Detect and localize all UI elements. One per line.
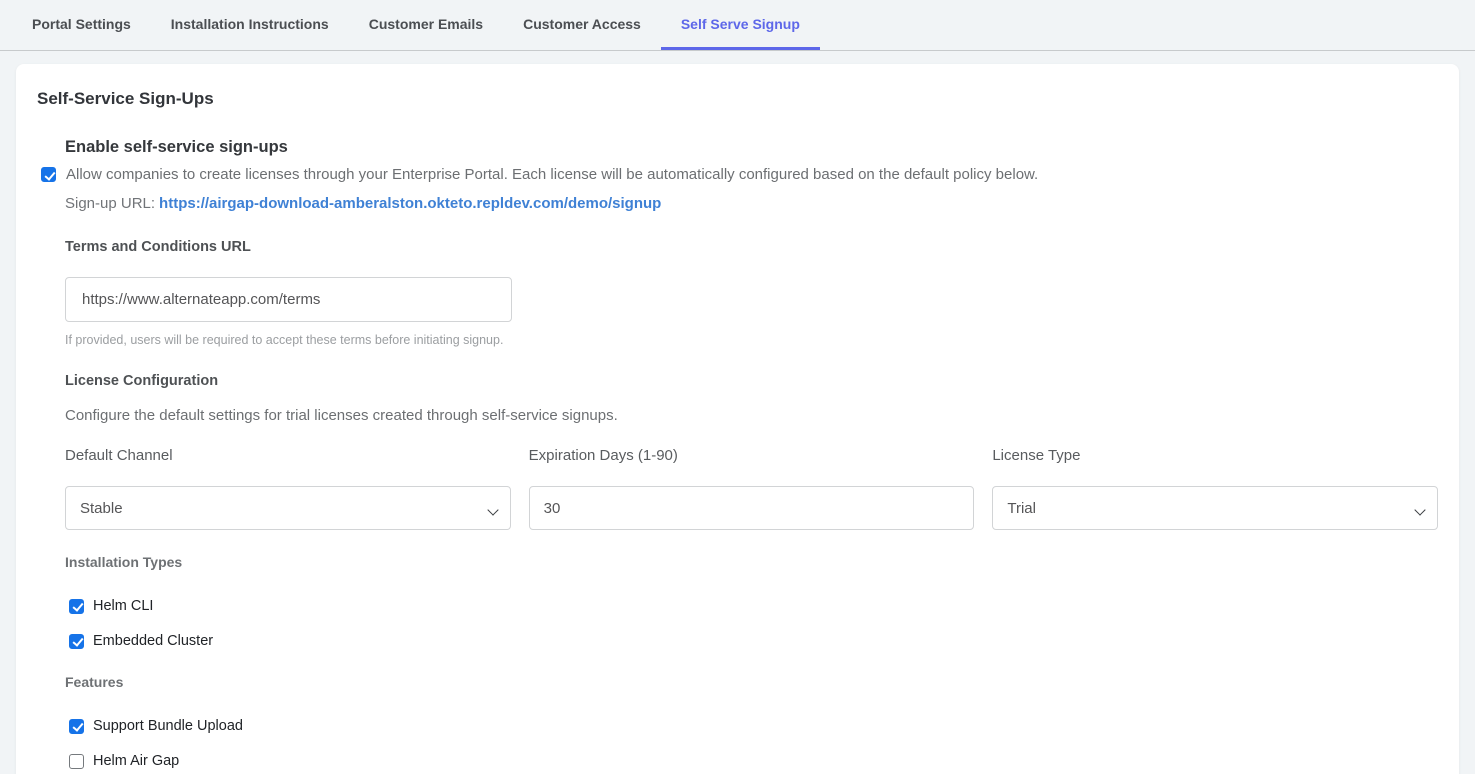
features-label: Features (65, 673, 1438, 691)
enable-signups-heading: Enable self-service sign-ups (65, 137, 1438, 158)
settings-tab-bar: Portal Settings Installation Instruction… (0, 0, 1475, 51)
terms-url-helper: If provided, users will be required to a… (65, 332, 1438, 348)
tab-self-serve-signup[interactable]: Self Serve Signup (661, 0, 820, 50)
installation-type-embedded-cluster: Embedded Cluster (69, 632, 1438, 650)
tab-customer-emails[interactable]: Customer Emails (349, 0, 503, 50)
license-configuration-description: Configure the default settings for trial… (65, 406, 1438, 426)
expiration-days-input[interactable] (529, 486, 975, 530)
self-serve-signup-panel: Self-Service Sign-Ups Enable self-servic… (16, 64, 1459, 774)
installation-types-label: Installation Types (65, 553, 1438, 571)
signup-url-label: Sign-up URL: (65, 195, 155, 212)
feature-support-bundle-upload: Support Bundle Upload (69, 717, 1438, 735)
installation-types-list: Helm CLI Embedded Cluster (69, 597, 1438, 650)
helm-cli-label[interactable]: Helm CLI (93, 597, 153, 615)
terms-url-label: Terms and Conditions URL (65, 238, 1438, 257)
default-channel-field: Default Channel Stable (65, 446, 511, 530)
license-type-label: License Type (992, 446, 1438, 465)
expiration-days-field: Expiration Days (1-90) (529, 446, 975, 530)
helm-air-gap-checkbox[interactable] (69, 754, 84, 769)
tab-portal-settings[interactable]: Portal Settings (12, 0, 151, 50)
default-channel-select[interactable]: Stable (65, 486, 511, 530)
license-type-select[interactable]: Trial (992, 486, 1438, 530)
signup-url-line: Sign-up URL:https://airgap-download-ambe… (65, 194, 1438, 214)
default-channel-label: Default Channel (65, 446, 511, 465)
enable-signups-checkbox[interactable] (41, 167, 56, 182)
support-bundle-upload-label[interactable]: Support Bundle Upload (93, 717, 243, 735)
tab-installation-instructions[interactable]: Installation Instructions (151, 0, 349, 50)
terms-url-input[interactable] (65, 277, 512, 322)
signup-url-link[interactable]: https://airgap-download-amberalston.okte… (159, 195, 661, 212)
expiration-days-label: Expiration Days (1-90) (529, 446, 975, 465)
license-configuration-heading: License Configuration (65, 372, 1438, 391)
enable-signups-row: Allow companies to create licenses throu… (65, 165, 1438, 185)
license-type-field: License Type Trial (992, 446, 1438, 530)
helm-cli-checkbox[interactable] (69, 599, 84, 614)
license-fields-row: Default Channel Stable Expiration Days (… (65, 446, 1438, 530)
features-list: Support Bundle Upload Helm Air Gap (69, 717, 1438, 770)
installation-type-helm-cli: Helm CLI (69, 597, 1438, 615)
page-title: Self-Service Sign-Ups (37, 88, 1438, 110)
embedded-cluster-label[interactable]: Embedded Cluster (93, 632, 213, 650)
helm-air-gap-label[interactable]: Helm Air Gap (93, 752, 179, 770)
feature-helm-air-gap: Helm Air Gap (69, 752, 1438, 770)
enable-signups-description: Allow companies to create licenses throu… (66, 165, 1038, 185)
support-bundle-upload-checkbox[interactable] (69, 719, 84, 734)
tab-customer-access[interactable]: Customer Access (503, 0, 661, 50)
embedded-cluster-checkbox[interactable] (69, 634, 84, 649)
